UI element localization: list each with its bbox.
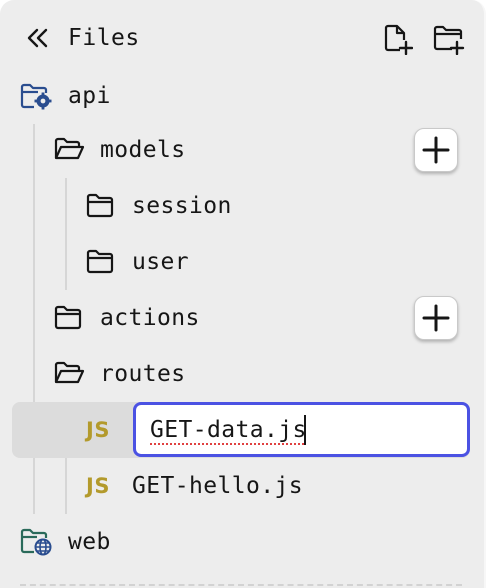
folder-icon xyxy=(85,178,115,234)
tree-item-label: actions xyxy=(100,305,200,331)
tree-item-label: user xyxy=(132,249,189,275)
tree-item-api[interactable]: api xyxy=(0,68,484,124)
tree-item-label: GET-hello.js xyxy=(132,473,303,499)
tree-item-actions[interactable]: actions xyxy=(0,290,484,346)
tree-item-models[interactable]: models xyxy=(0,122,484,178)
rename-file-input[interactable] xyxy=(133,402,470,457)
tree-item-web[interactable]: web xyxy=(0,514,484,570)
js-file-icon: JS xyxy=(86,474,110,498)
add-to-actions-button[interactable] xyxy=(414,296,458,340)
plus-icon xyxy=(422,304,450,332)
tree-item-session[interactable]: session xyxy=(0,178,484,234)
folder-plus-icon xyxy=(433,25,465,55)
new-file-button[interactable] xyxy=(382,22,414,56)
new-folder-button[interactable] xyxy=(432,22,466,56)
folder-globe-icon xyxy=(20,514,52,570)
tree-item-label: web xyxy=(68,529,111,555)
folder-open-icon xyxy=(53,122,85,178)
folder-open-icon xyxy=(53,346,85,402)
collapse-sidebar-button[interactable] xyxy=(22,24,54,52)
tree-item-user[interactable]: user xyxy=(0,234,484,290)
panel-title: Files xyxy=(68,25,140,51)
add-to-models-button[interactable] xyxy=(414,128,458,172)
tree-item-label: routes xyxy=(100,361,186,387)
tree-item-label: api xyxy=(68,83,111,109)
js-file-icon: JS xyxy=(86,418,110,442)
folder-gear-icon xyxy=(20,68,52,124)
folder-icon xyxy=(53,290,83,346)
plus-icon xyxy=(422,136,450,164)
folder-icon xyxy=(85,234,115,290)
tree-item-get-hello-js[interactable]: JS GET-hello.js xyxy=(0,458,484,514)
file-plus-icon xyxy=(384,24,413,55)
double-chevron-left-icon xyxy=(27,28,48,48)
file-explorer-panel: Files api models session user actions ro… xyxy=(0,0,486,588)
tree-item-routes[interactable]: routes xyxy=(0,346,484,402)
tree-item-label: session xyxy=(132,193,232,219)
tree-item-label: models xyxy=(100,137,186,163)
panel-bottom-divider xyxy=(20,584,462,586)
